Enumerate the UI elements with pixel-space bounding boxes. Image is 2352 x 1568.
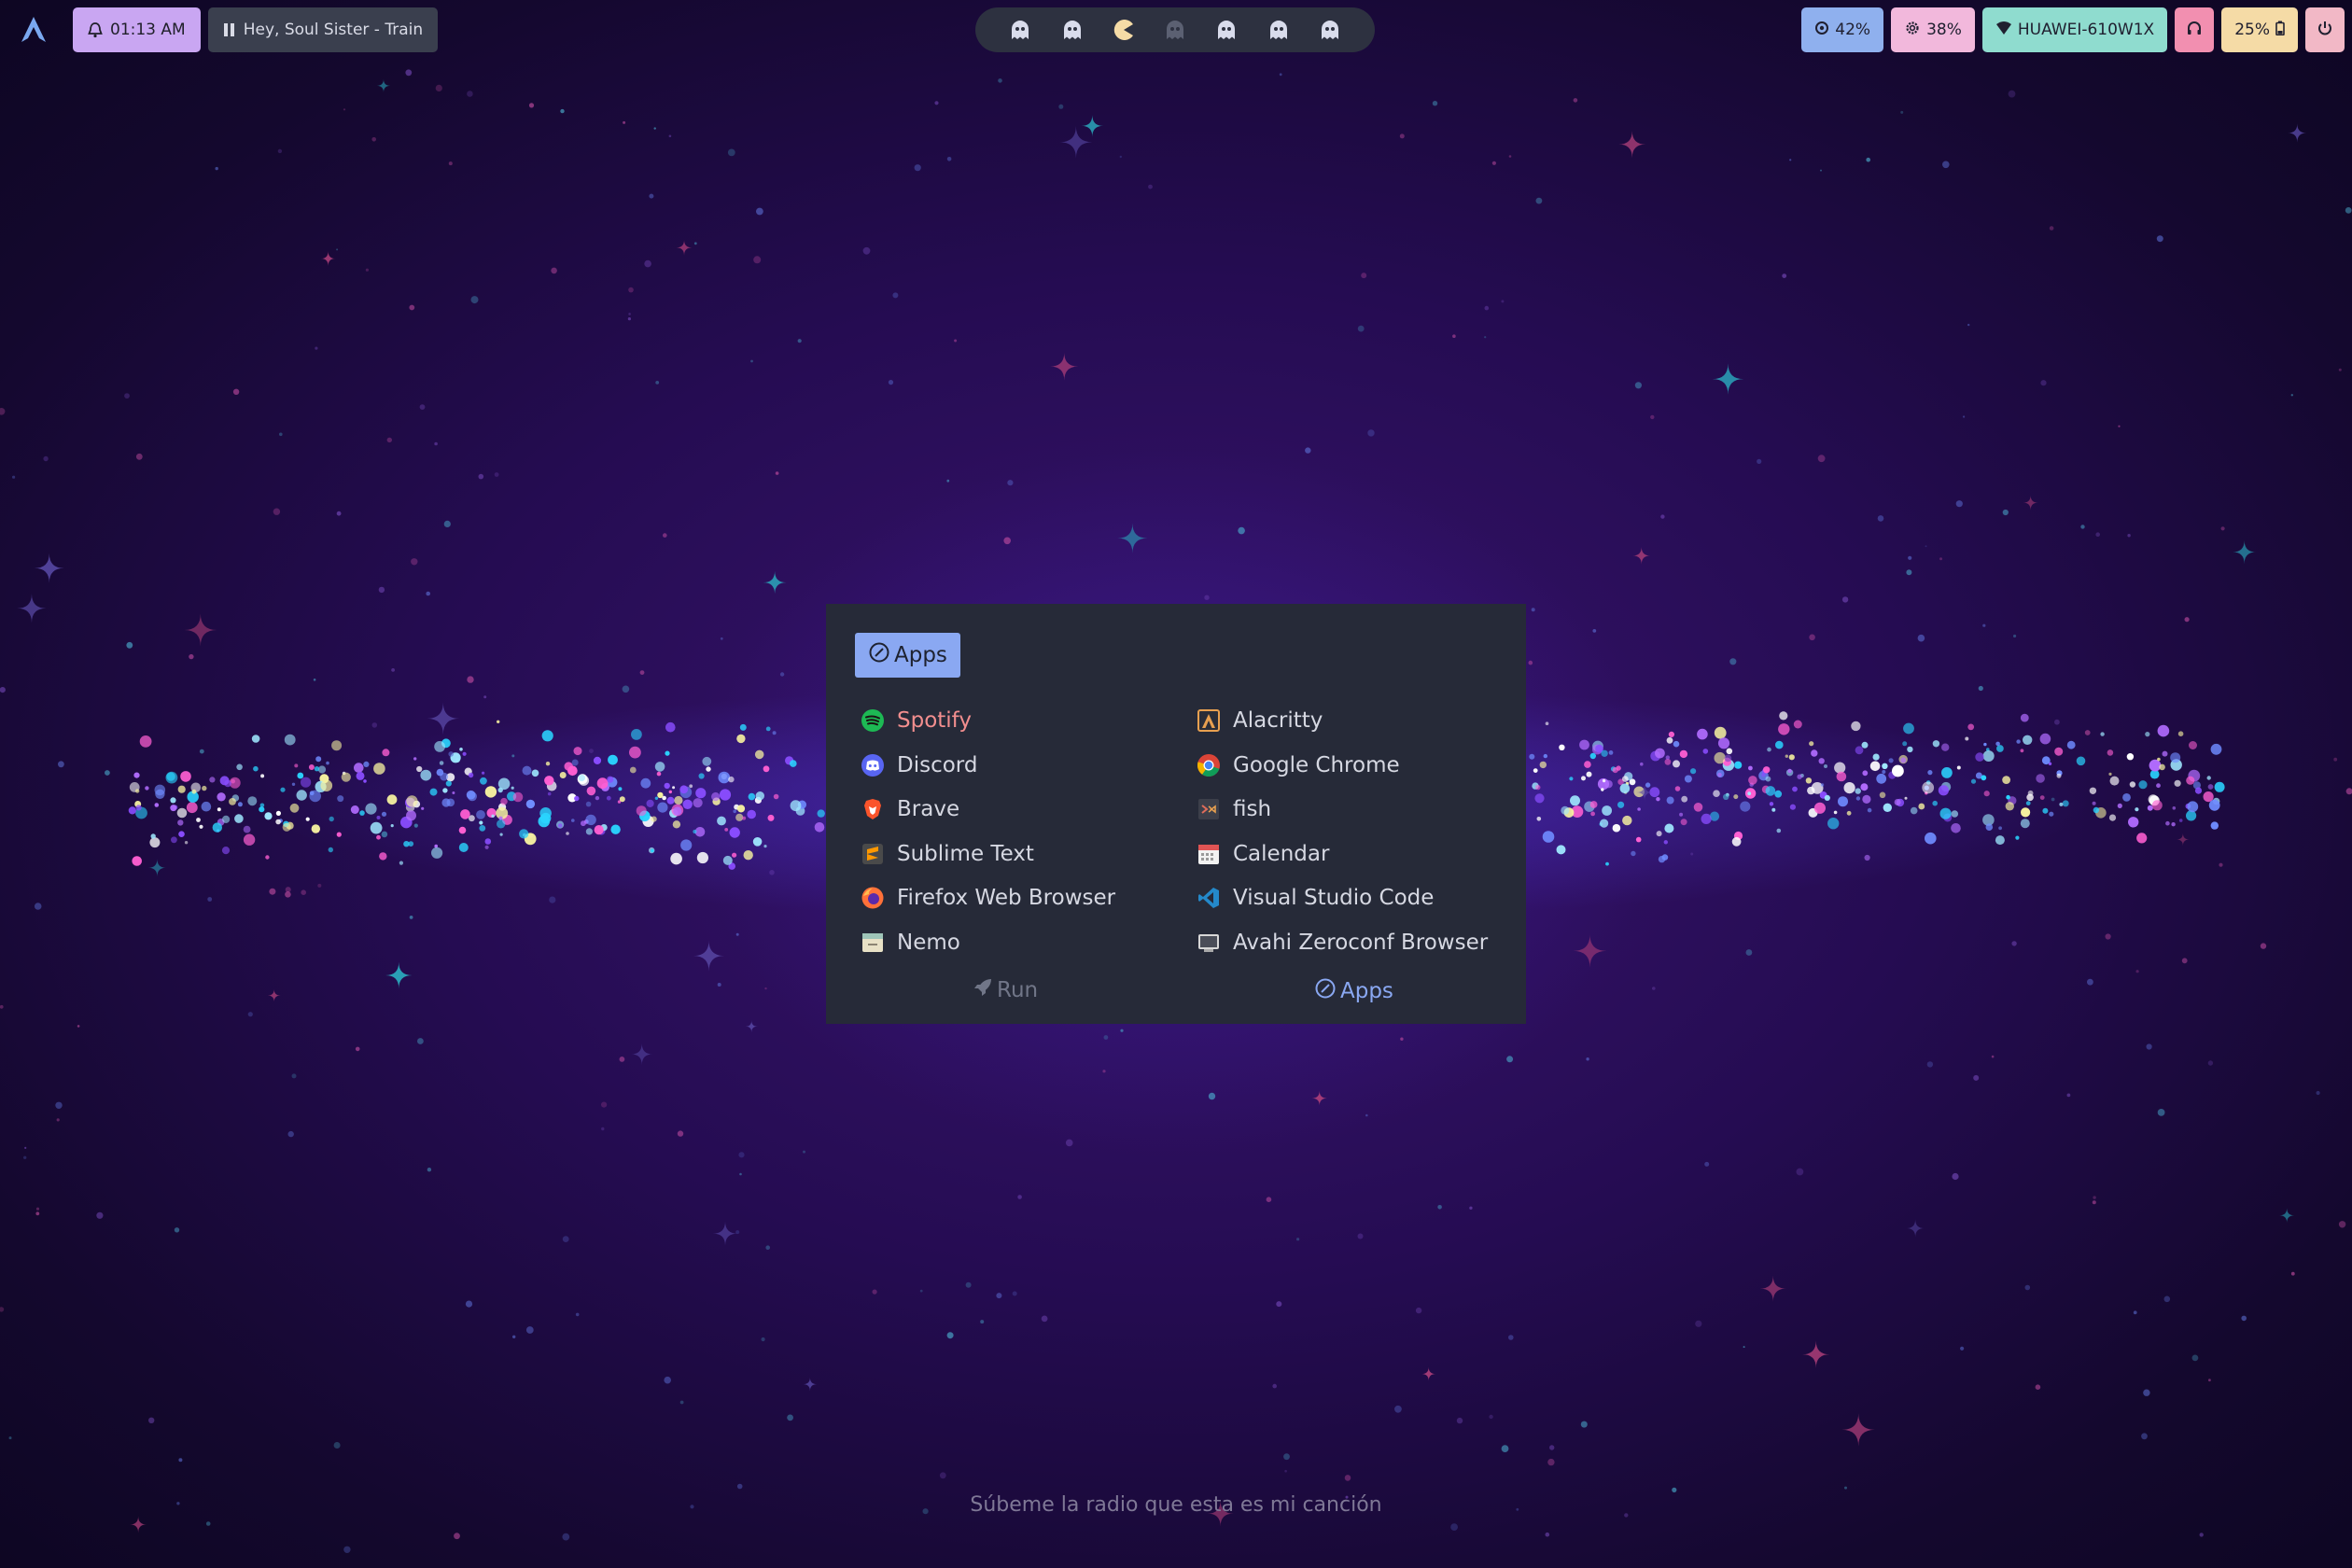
pause-icon[interactable] [223, 22, 236, 37]
launcher-apps-tab[interactable]: Apps [855, 633, 960, 678]
apps-mode-button[interactable]: Apps [1314, 977, 1393, 1005]
app-entry-spotify[interactable]: Spotify [860, 702, 972, 739]
discord-icon [860, 752, 886, 778]
cpu-value: 38% [1926, 21, 1962, 39]
firefox-icon [860, 885, 886, 911]
brave-icon [860, 796, 886, 822]
battery-value: 25% [2234, 21, 2270, 39]
calendar-icon [1196, 841, 1222, 867]
clock-time: 01:13 AM [110, 21, 186, 39]
app-label: Brave [897, 797, 960, 821]
lyric-text: Súbeme la radio que esta es mi canción [970, 1493, 1382, 1517]
wifi-widget[interactable]: HUAWEI-610W1X [1981, 7, 2168, 52]
headphones-icon [2186, 20, 2203, 41]
app-entry-avahi-zeroconf-browser[interactable]: Avahi Zeroconf Browser [1196, 924, 1488, 961]
alarm-icon [88, 21, 103, 38]
wifi-icon [1995, 21, 2012, 40]
chrome-icon [1196, 752, 1222, 778]
workspace-4-ghost-icon[interactable] [1161, 16, 1189, 44]
vscode-icon [1196, 885, 1222, 911]
app-label: Firefox Web Browser [897, 886, 1116, 910]
app-entry-visual-studio-code[interactable]: Visual Studio Code [1196, 879, 1434, 917]
workspace-6-ghost-icon[interactable] [1265, 16, 1293, 44]
app-label: Avahi Zeroconf Browser [1233, 930, 1489, 955]
clock-widget[interactable]: 01:13 AM [73, 7, 201, 52]
arch-logo-icon[interactable] [17, 13, 50, 47]
app-entry-alacritty[interactable]: Alacritty [1196, 702, 1323, 739]
app-label: Google Chrome [1233, 752, 1400, 777]
volume-icon [1814, 21, 1829, 40]
rocket-icon [973, 977, 993, 1003]
app-entry-calendar[interactable]: Calendar [1196, 835, 1329, 873]
app-label: Alacritty [1233, 708, 1323, 733]
alacritty-icon [1196, 707, 1222, 734]
compass-icon [1314, 977, 1337, 1005]
nemo-icon [860, 930, 886, 956]
topbar-left: 01:13 AM Hey, Soul Sister - Train [17, 7, 439, 52]
app-entry-brave[interactable]: Brave [860, 791, 959, 828]
app-entry-discord[interactable]: Discord [860, 747, 977, 784]
sublime-icon [860, 841, 886, 867]
app-label: Spotify [897, 708, 972, 733]
wifi-name: HUAWEI-610W1X [2017, 21, 2155, 39]
workspace-7-ghost-icon[interactable] [1316, 16, 1344, 44]
headphones-widget[interactable] [2175, 7, 2215, 52]
battery-widget[interactable]: 25% [2221, 7, 2298, 52]
volume-widget[interactable]: 42% [1801, 7, 1884, 52]
media-title: Hey, Soul Sister - Train [243, 21, 424, 39]
battery-icon [2275, 21, 2285, 40]
app-launcher: Apps Spotify Discord Brave Sublime Text Fire… [826, 604, 1526, 1024]
spotify-icon [860, 707, 886, 734]
gear-icon [1904, 20, 1921, 41]
fish-icon [1196, 796, 1222, 822]
run-mode-button[interactable]: Run [973, 977, 1038, 1003]
launcher-tab-label: Apps [894, 643, 947, 667]
media-widget[interactable]: Hey, Soul Sister - Train [207, 7, 439, 52]
run-label: Run [997, 978, 1039, 1002]
app-entry-google-chrome[interactable]: Google Chrome [1196, 747, 1400, 784]
topbar-right: 42% 38% HUAWEI-610W1X 25% [1801, 7, 2345, 52]
workspace-5-ghost-icon[interactable] [1212, 16, 1240, 44]
apps-label: Apps [1340, 979, 1393, 1003]
volume-value: 42% [1835, 21, 1871, 39]
app-label: Calendar [1233, 841, 1330, 866]
compass-icon [868, 641, 890, 669]
app-entry-sublime-text[interactable]: Sublime Text [860, 835, 1034, 873]
workspace-1-ghost-icon[interactable] [1006, 16, 1034, 44]
app-label: Discord [897, 752, 978, 777]
launcher-footer: Run Apps [826, 977, 1526, 1015]
app-entry-firefox-web-browser[interactable]: Firefox Web Browser [860, 879, 1115, 917]
app-label: Visual Studio Code [1233, 886, 1435, 910]
app-label: fish [1233, 797, 1272, 821]
app-entry-fish[interactable]: fish [1196, 791, 1271, 828]
app-label: Nemo [897, 930, 960, 955]
workspace-switcher [975, 7, 1375, 52]
power-icon [2317, 20, 2333, 41]
cpu-widget[interactable]: 38% [1891, 7, 1975, 52]
app-label: Sublime Text [897, 841, 1034, 866]
app-entry-nemo[interactable]: Nemo [860, 924, 960, 961]
workspace-2-ghost-icon[interactable] [1058, 16, 1086, 44]
avahi-icon [1196, 930, 1222, 956]
power-button[interactable] [2305, 7, 2345, 52]
workspace-3-pacman-icon[interactable] [1110, 16, 1138, 44]
